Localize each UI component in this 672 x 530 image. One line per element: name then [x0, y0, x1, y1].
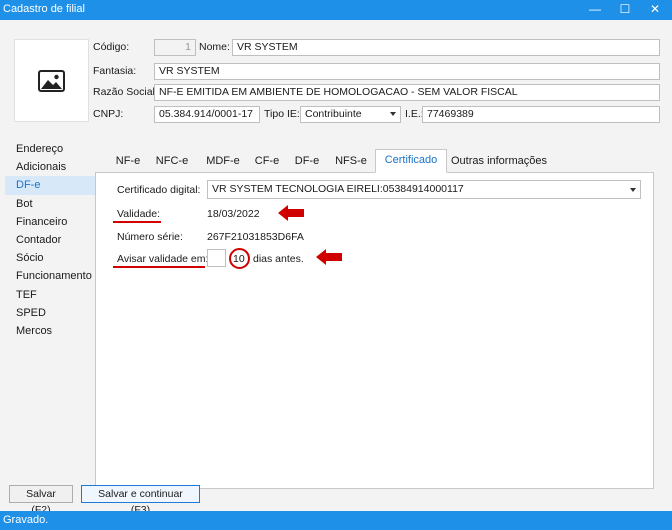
logo-placeholder[interactable]: [14, 39, 89, 122]
tipo-ie-label: Tipo IE:: [264, 108, 300, 120]
chevron-down-icon: [390, 112, 396, 116]
tipo-ie-value: Contribuinte: [305, 108, 362, 120]
minimize-button[interactable]: —: [580, 0, 610, 20]
fantasia-label: Fantasia:: [93, 65, 137, 77]
tab-dfe[interactable]: DF-e: [290, 151, 324, 173]
sidebar-item-sped[interactable]: SPED: [5, 304, 95, 322]
sidebar-item-endereco[interactable]: Endereço: [5, 140, 95, 158]
sidebar-item-socio[interactable]: Sócio: [5, 249, 95, 267]
sidebar-item-tef[interactable]: TEF: [5, 286, 95, 304]
maximize-button[interactable]: ☐: [610, 0, 640, 20]
sidebar-item-dfe[interactable]: DF-e: [5, 176, 95, 195]
codigo-field: 1: [154, 39, 196, 56]
tab-nfce[interactable]: NFC-e: [150, 151, 194, 173]
razao-social-field[interactable]: NF-E EMITIDA EM AMBIENTE DE HOMOLOGACAO …: [154, 84, 660, 101]
sidebar-item-financeiro[interactable]: Financeiro: [5, 213, 95, 231]
image-icon: [38, 70, 65, 92]
tab-certificado[interactable]: Certificado: [375, 149, 447, 173]
cnpj-label: CNPJ:: [93, 108, 124, 120]
tab-nfse[interactable]: NFS-e: [329, 151, 373, 173]
sidebar-item-adicionais[interactable]: Adicionais: [5, 158, 95, 176]
avisar-validade-underline: [113, 266, 205, 268]
validade-label: Validade:: [117, 208, 161, 220]
ie-field[interactable]: 77469389: [422, 106, 660, 123]
certificado-digital-value: VR SYSTEM TECNOLOGIA EIRELI:053849140001…: [212, 183, 464, 195]
sidebar-item-mercos[interactable]: Mercos: [5, 322, 95, 340]
avisar-validade-stepper[interactable]: [207, 249, 226, 267]
arrow-left-icon: [316, 249, 342, 265]
tipo-ie-select[interactable]: Contribuinte: [300, 106, 401, 123]
certificado-content: Certificado digital: VR SYSTEM TECNOLOGI…: [95, 172, 654, 489]
codigo-label: Código:: [93, 41, 130, 53]
certificado-digital-select[interactable]: VR SYSTEM TECNOLOGIA EIRELI:053849140001…: [207, 180, 641, 199]
validade-underline: [113, 221, 161, 223]
tab-mdfe[interactable]: MDF-e: [200, 151, 246, 173]
sidebar-item-funcionamento[interactable]: Funcionamento: [5, 267, 95, 285]
numero-serie-value: 267F21031853D6FA: [207, 231, 304, 243]
avisar-validade-label: Avisar validade em:: [117, 253, 209, 265]
certificado-digital-label: Certificado digital:: [117, 184, 201, 196]
sidebar-item-bot[interactable]: Bot: [5, 195, 95, 213]
tab-cfe[interactable]: CF-e: [250, 151, 284, 173]
numero-serie-label: Número série:: [117, 231, 183, 243]
cnpj-field[interactable]: 05.384.914/0001-17: [154, 106, 260, 123]
title-bar: Cadastro de filial — ☐ ✕: [0, 0, 672, 20]
salvar-button[interactable]: Salvar (F2): [9, 485, 73, 516]
chevron-down-icon: [630, 188, 636, 192]
sidebar: Endereço Adicionais DF-e Bot Financeiro …: [5, 140, 95, 340]
razao-social-label: Razão Social:: [93, 86, 158, 98]
sidebar-item-contador[interactable]: Contador: [5, 231, 95, 249]
window-title: Cadastro de filial: [3, 3, 85, 15]
status-bar: Gravado.: [0, 511, 672, 530]
nome-field[interactable]: VR SYSTEM: [232, 39, 660, 56]
highlight-circle: [229, 248, 250, 269]
fantasia-field[interactable]: VR SYSTEM: [154, 63, 660, 80]
main-area: Código: 1 Nome: VR SYSTEM Fantasia: VR S…: [0, 20, 672, 516]
nome-label: Nome:: [199, 41, 230, 53]
avisar-validade-suffix: dias antes.: [253, 253, 304, 265]
salvar-continuar-button[interactable]: Salvar e continuar (F3): [81, 485, 200, 516]
tab-nfe[interactable]: NF-e: [111, 151, 145, 173]
tab-outras-informacoes[interactable]: Outras informações: [451, 151, 547, 173]
arrow-left-icon: [278, 205, 304, 221]
dfe-panel: NF-e NFC-e MDF-e CF-e DF-e NFS-e Certifi…: [95, 149, 655, 489]
validade-value: 18/03/2022: [207, 208, 260, 220]
ie-label: I.E.:: [405, 108, 424, 120]
close-button[interactable]: ✕: [640, 0, 670, 20]
